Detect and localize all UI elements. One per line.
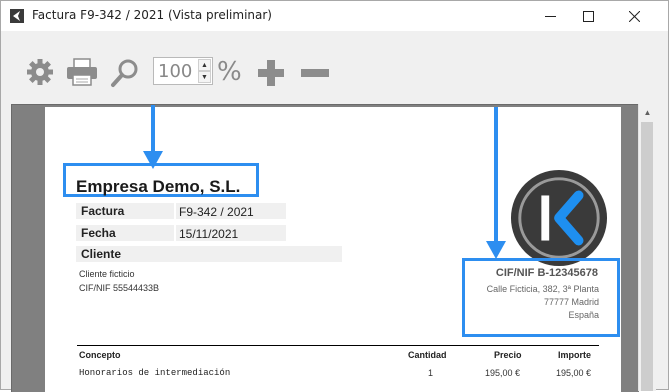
document-page: Empresa Demo, S.L. Factura F9-342 / 2021… <box>45 107 621 392</box>
annotation-arrow-icon <box>143 105 163 169</box>
close-icon <box>628 10 640 22</box>
table-header-divider <box>77 345 599 346</box>
preview-area: Empresa Demo, S.L. Factura F9-342 / 2021… <box>11 104 639 392</box>
maximize-icon <box>582 10 594 22</box>
window-title: Factura F9-342 / 2021 (Vista preliminar) <box>32 8 272 22</box>
row-importe: 195,00 € <box>556 368 592 378</box>
settings-gear-icon[interactable] <box>26 58 54 86</box>
minimize-icon <box>544 15 556 17</box>
date-value: 15/11/2021 <box>179 227 239 241</box>
row-cantidad: 1 <box>428 368 434 378</box>
table-header-concepto: Concepto <box>79 350 121 360</box>
printer-icon[interactable] <box>66 58 98 86</box>
client-cif: CIF/NIF 55544433B <box>79 283 160 293</box>
row-concepto: Honorarios de intermediación <box>79 368 231 378</box>
zoom-out-minus-icon[interactable] <box>301 69 329 77</box>
print-preview-window: Factura F9-342 / 2021 (Vista preliminar) <box>0 0 669 392</box>
company-logo-icon <box>510 169 608 267</box>
issuer-country: España <box>568 310 599 320</box>
company-name: Empresa Demo, S.L. <box>76 177 241 196</box>
scrollbar-thumb[interactable] <box>641 122 653 391</box>
app-icon <box>10 9 24 23</box>
title-bar: Factura F9-342 / 2021 (Vista preliminar) <box>1 1 668 31</box>
zoom-down-arrow-icon[interactable]: ▼ <box>198 71 211 83</box>
annotation-arrow-icon <box>486 107 506 259</box>
table-header-importe: Importe <box>558 350 592 360</box>
invoice-label: Factura <box>81 204 125 218</box>
issuer-cif: CIF/NIF B-12345678 <box>495 267 598 279</box>
client-label: Cliente <box>81 247 122 261</box>
issuer-address-line1: Calle Ficticia, 382, 3ª Planta <box>486 284 599 294</box>
table-header-precio: Precio <box>494 350 522 360</box>
zoom-magnifier-icon[interactable] <box>110 58 140 88</box>
scroll-up-arrow-icon[interactable]: ▲ <box>639 104 656 121</box>
row-precio: 195,00 € <box>485 368 521 378</box>
zoom-input[interactable] <box>156 60 200 82</box>
maximize-button[interactable] <box>565 1 611 31</box>
zoom-stepper[interactable]: ▲ ▼ <box>153 57 213 85</box>
table-header-cantidad: Cantidad <box>408 350 447 360</box>
issuer-address-line2: 77777 Madrid <box>543 297 599 307</box>
vertical-scrollbar[interactable]: ▲ <box>638 104 656 391</box>
invoice-value: F9-342 / 2021 <box>179 205 254 219</box>
zoom-up-arrow-icon[interactable]: ▲ <box>198 59 211 71</box>
percent-label: % <box>217 57 242 87</box>
date-label: Fecha <box>81 226 116 240</box>
client-name: Cliente ficticio <box>79 269 135 279</box>
close-button[interactable] <box>611 1 657 31</box>
zoom-in-plus-icon[interactable] <box>258 60 284 86</box>
